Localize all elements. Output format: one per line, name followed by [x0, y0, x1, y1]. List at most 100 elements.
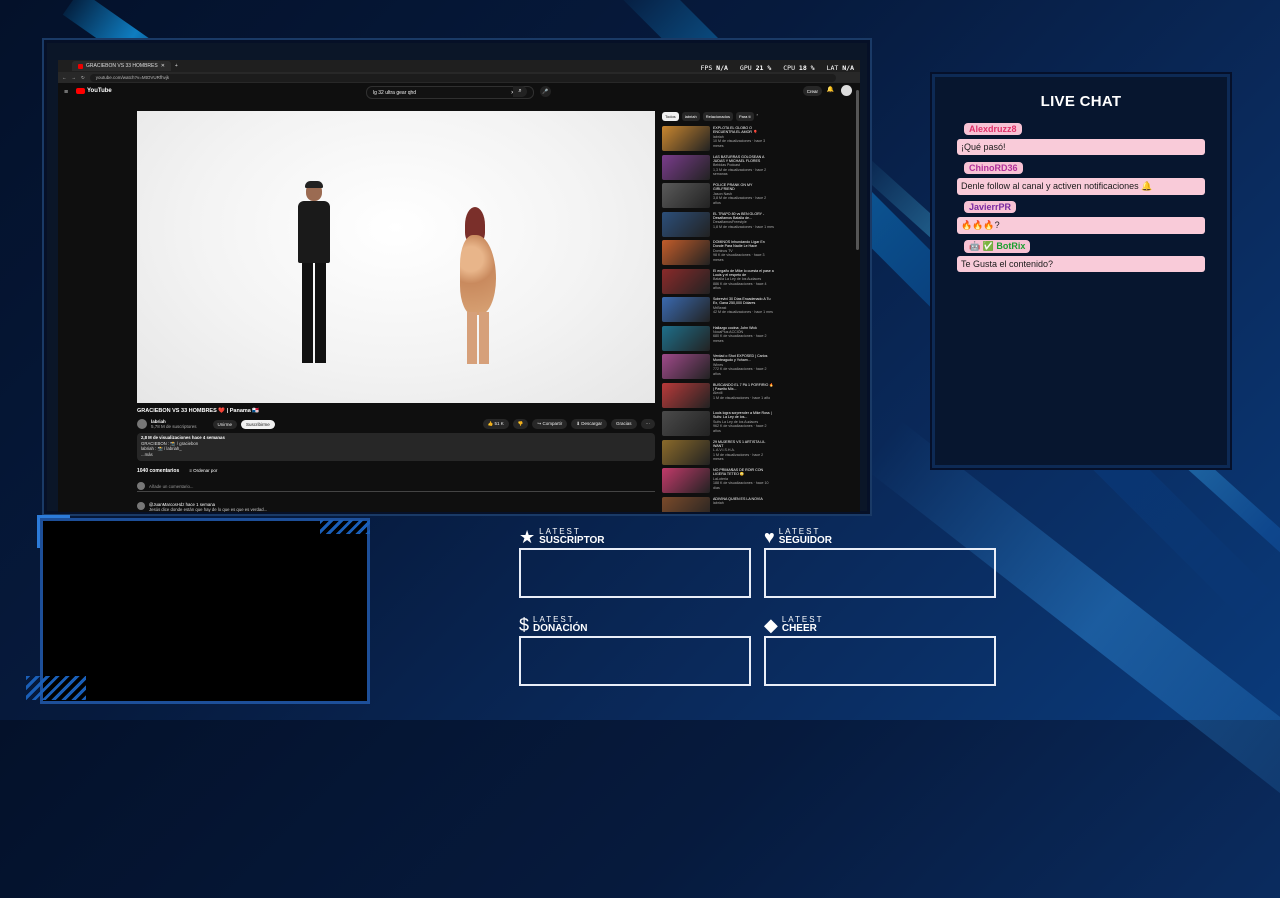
video-thumbnail[interactable] — [662, 154, 710, 180]
subscribe-button[interactable]: Suscribirme — [241, 419, 275, 429]
recommendation-item[interactable]: LAS BATURRAS GOLOSEAN A JUDAS Y MICHAEL … — [662, 154, 774, 184]
recommendation-title[interactable]: Sobreviví 30 Días Encadenado A Tu Ex, Ga… — [713, 297, 774, 306]
recommendation-item[interactable]: EL TRAPO 80 vs BEN GLORY - Desafiamos Ba… — [662, 211, 774, 241]
latest-title: SEGUIDOR — [778, 535, 833, 546]
recommendation-item[interactable]: Louis logra sorprender a Mike Ross | Sui… — [662, 411, 774, 440]
video-thumbnail[interactable] — [662, 183, 710, 208]
page-scrollbar[interactable] — [856, 90, 859, 250]
chat-text: Te Gusta el contenido? — [957, 256, 1205, 272]
recommendation-text: POLICE PRANK ON MY GIRLFRIEND Jason Nash 3… — [713, 183, 774, 212]
recommendation-title[interactable]: BUSCANDO EL 7 PA 1 PORFIRIO 🔥 | Paseito … — [713, 383, 774, 392]
video-thumbnail[interactable] — [662, 468, 710, 493]
avatar[interactable] — [841, 85, 852, 96]
recommendation-title[interactable]: 29 MUJERES VS 1 ARTISTA LIL WANT — [713, 440, 774, 449]
chat-message: ChinoRD36 Denle follow al canal y active… — [957, 158, 1205, 195]
recommendation-item[interactable]: 29 MUJERES VS 1 ARTISTA LIL WANT L.A.V.I.… — [662, 439, 774, 469]
dislike-button[interactable]: 👎 — [512, 419, 529, 429]
recommendation-title[interactable]: EL TRAPO 80 vs BEN GLORY - Desafiamos Ba… — [713, 212, 774, 221]
microphone-icon[interactable]: 🎤 — [540, 86, 551, 97]
recommendation-meta: 188 K de visualizaciones · hace 10 días — [713, 481, 769, 490]
latest-donation-widget: $ LATEST DONACIÓN — [519, 616, 751, 686]
url-input[interactable]: youtube.com/watch?v=MtOVURfhvjk — [89, 73, 836, 82]
recommendation-title[interactable]: LAS BATURRAS GOLOSEAN A JUDAS Y MICHAEL … — [713, 155, 774, 164]
recommendation-text: El engaño de Mike lo cuesta el pase a Lo… — [713, 269, 774, 298]
recommendation-meta: 1,8 M de visualizaciones · hace 1 mes — [713, 224, 774, 229]
video-thumbnail[interactable] — [662, 297, 710, 322]
channel-avatar[interactable] — [137, 419, 147, 429]
recommendation-title[interactable]: Louis logra sorprender a Mike Ross | Sui… — [713, 411, 774, 420]
chip-related[interactable]: Relacionados — [702, 112, 733, 121]
recommendation-item[interactable]: DOMINOS Inhundando Lígar En Donde Para N… — [662, 240, 774, 269]
video-thumbnail[interactable] — [662, 354, 710, 379]
video-description[interactable]: 2,8 M de visualizaciones hace 4 semanas … — [137, 433, 655, 461]
recommendation-title[interactable]: Verdad o Shot EXPOSED | Carlos Monteagud… — [713, 354, 774, 363]
heart-icon: ♥ — [764, 527, 775, 547]
chips-next-icon[interactable]: › — [757, 112, 758, 121]
video-thumbnail[interactable] — [662, 126, 710, 151]
dollar-icon: $ — [519, 615, 530, 635]
video-title: GRACIEBON VS 33 HOMBRES ❤️ | Panama 🇵🇦 — [137, 408, 260, 414]
back-icon[interactable]: ← — [62, 75, 67, 80]
recommendation-item[interactable]: BUSCANDO EL 7 PA 1 PORFIRIO 🔥 | Paseito … — [662, 382, 774, 412]
thanks-button[interactable]: Gracias — [610, 419, 637, 429]
video-thumbnail[interactable] — [662, 240, 710, 265]
video-thumbnail[interactable] — [662, 496, 710, 512]
add-comment-input[interactable]: Añade un comentario... — [137, 481, 655, 492]
recommendation-title[interactable]: POLICE PRANK ON MY GIRLFRIEND — [713, 183, 774, 192]
chat-username: JavierrPR — [964, 201, 1017, 213]
video-thumbnail[interactable] — [662, 211, 710, 237]
close-tab-icon[interactable]: ✕ — [161, 63, 165, 69]
hamburger-menu-icon[interactable]: ≡ — [64, 89, 68, 96]
recommendation-item[interactable]: POLICE PRANK ON MY GIRLFRIEND Jason Nash 3… — [662, 183, 774, 212]
video-thumbnail[interactable] — [662, 411, 710, 436]
video-thumbnail[interactable] — [662, 325, 710, 351]
create-button[interactable]: Crear — [802, 86, 822, 96]
sort-button[interactable]: ≡ Ordenar por — [189, 468, 217, 474]
youtube-logo[interactable]: YouTube — [76, 88, 112, 94]
forward-icon[interactable]: → — [72, 75, 77, 80]
like-button[interactable]: 👍 51 K — [482, 419, 509, 429]
recommendation-item[interactable]: Hallazgo cocina: John Wick NocaPlus ACCIÓ… — [662, 325, 774, 355]
recommendation-title[interactable]: NO PRIMAÑAS DE ROIR CON LIGERA TETEO 😳 — [713, 468, 774, 477]
chip-for-you[interactable]: Para ti — [735, 112, 754, 121]
share-button[interactable]: ↪ Compartir — [532, 419, 568, 429]
chat-text: ¡Qué pasó! — [957, 139, 1205, 155]
frame-decoration — [320, 520, 370, 534]
chat-text: Denle follow al canal y activen notifica… — [957, 178, 1205, 195]
chat-text: 🔥🔥🔥? — [957, 217, 1205, 234]
recommendation-item[interactable]: NO PRIMAÑAS DE ROIR CON LIGERA TETEO 😳 La… — [662, 468, 774, 497]
recommendation-item[interactable]: EXPLOTA EL GLOBO O ENCUENTRA EL AMOR 🎈 la… — [662, 126, 774, 155]
notifications-bell-icon[interactable]: 🔔 — [827, 86, 834, 93]
more-actions-button[interactable]: ⋯ — [640, 419, 655, 429]
search-icon[interactable]: ⌕ — [513, 86, 527, 97]
latest-title: DONACIÓN — [533, 623, 588, 634]
chip-all[interactable]: Todos — [662, 112, 679, 121]
recommendation-item[interactable]: Verdad o Shot EXPOSED | Carlos Monteagud… — [662, 354, 774, 383]
recommendation-item[interactable]: Sobreviví 30 Días Encadenado A Tu Ex, Ga… — [662, 297, 774, 326]
recommendation-title[interactable]: EXPLOTA EL GLOBO O ENCUENTRA EL AMOR 🎈 — [713, 126, 774, 135]
recommendation-text: DOMINOS Inhundando Lígar En Donde Para N… — [713, 240, 774, 269]
comments-header: 1040 comentarios ≡ Ordenar por — [137, 468, 217, 474]
recommendation-meta: 962 K de visualizaciones · hace 2 años — [713, 424, 767, 433]
recommendation-item[interactable]: El engaño de Mike lo cuesta el pase a Lo… — [662, 268, 774, 298]
browser-tab[interactable]: GRACIEBON VS 33 HOMBRES ✕ — [72, 61, 171, 71]
new-tab-icon[interactable]: + — [175, 63, 178, 69]
reload-icon[interactable]: ↻ — [81, 75, 85, 81]
chip-channel[interactable]: labriah — [681, 112, 700, 121]
recommendation-title[interactable]: DOMINOS Inhundando Lígar En Donde Para N… — [713, 240, 774, 249]
show-more-link[interactable]: ...más — [141, 452, 651, 458]
avatar — [137, 502, 145, 510]
channel-info: labriah 5,78 M de suscriptores — [151, 419, 197, 429]
chat-title: LIVE CHAT — [1040, 93, 1122, 110]
video-thumbnail[interactable] — [662, 439, 710, 465]
download-button[interactable]: ⬇ Descargar — [571, 419, 607, 429]
recommendation-title[interactable]: El engaño de Mike lo cuesta el pase a Lo… — [713, 269, 774, 278]
search-input[interactable]: lg 32 ultra gear qhd ✕ — [366, 86, 534, 99]
join-button[interactable]: Unirme — [212, 419, 238, 429]
video-person-man — [294, 181, 334, 368]
recommendation-item[interactable]: ADIVINA QUIEN ES LA NOVIA labriah — [662, 496, 774, 512]
video-thumbnail[interactable] — [662, 382, 710, 408]
youtube-header: ≡ YouTube lg 32 ultra gear qhd ✕ ⌕ 🎤 Cre… — [58, 83, 860, 101]
video-player[interactable] — [137, 111, 655, 403]
video-thumbnail[interactable] — [662, 268, 710, 294]
